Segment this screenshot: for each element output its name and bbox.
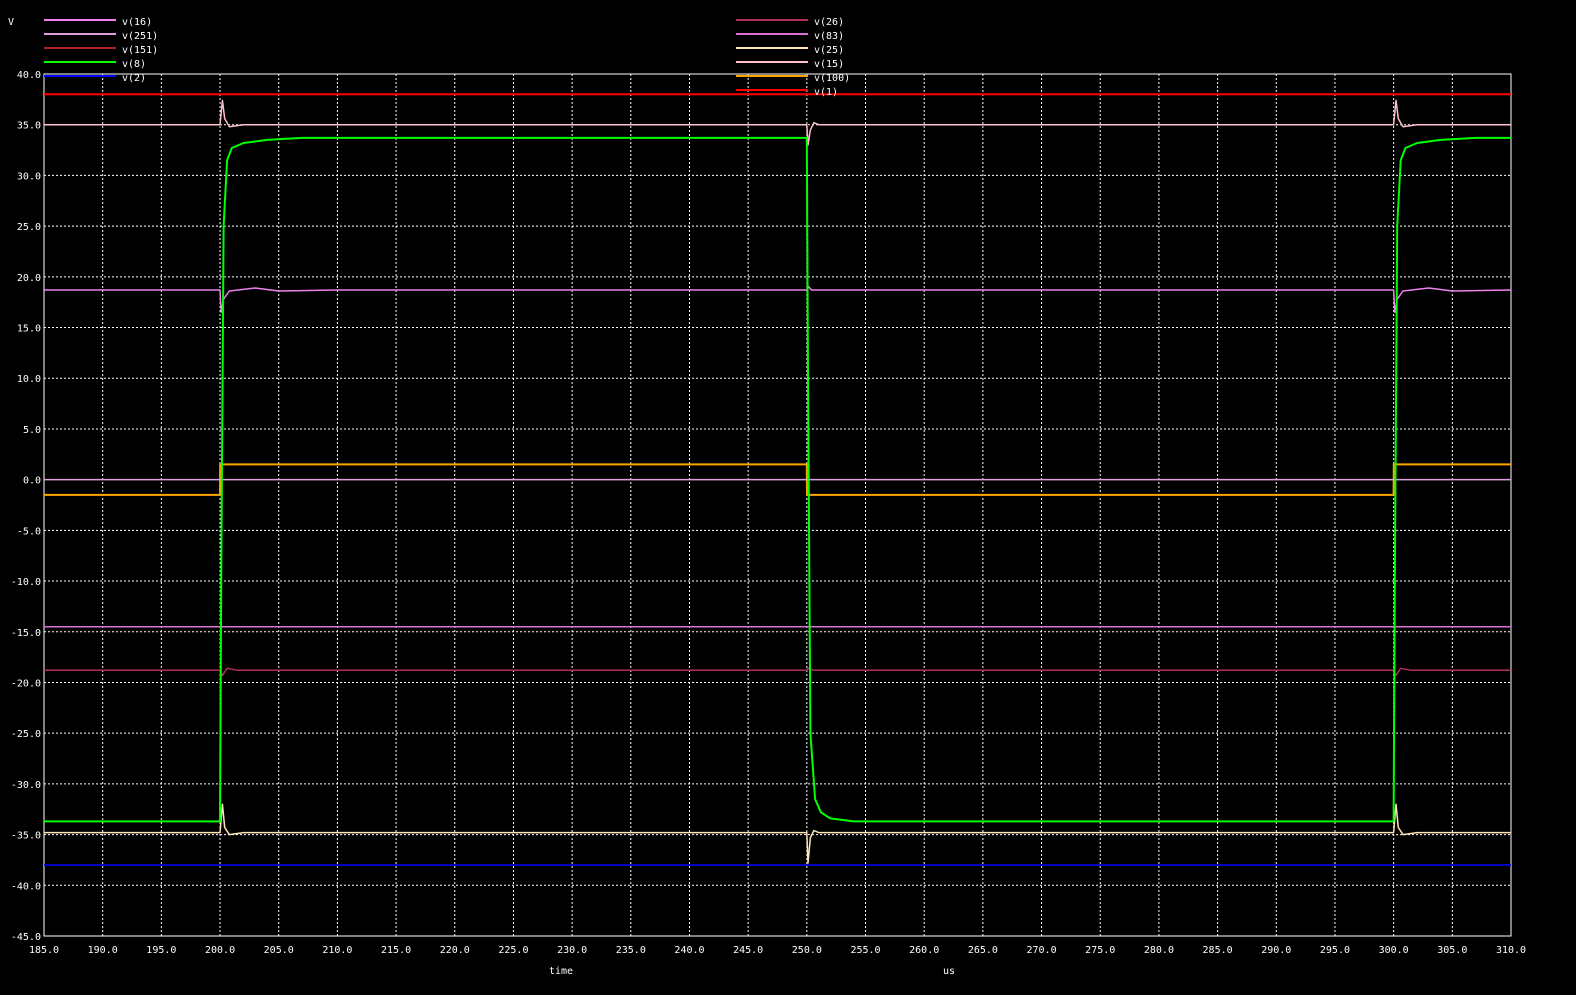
y-tick-label: 5.0 bbox=[23, 425, 41, 436]
x-tick-label: 225.0 bbox=[498, 945, 528, 956]
x-tick-label: 265.0 bbox=[968, 945, 998, 956]
x-tick-label: 200.0 bbox=[205, 945, 235, 956]
x-tick-label: 220.0 bbox=[440, 945, 470, 956]
x-tick-label: 240.0 bbox=[674, 945, 704, 956]
y-tick-label: -15.0 bbox=[11, 628, 41, 639]
y-tick-label: 15.0 bbox=[17, 324, 41, 335]
y-tick-label: 25.0 bbox=[17, 222, 41, 233]
y-tick-label: -30.0 bbox=[11, 780, 41, 791]
y-tick-label: 40.0 bbox=[17, 70, 41, 81]
y-tick-label: -25.0 bbox=[11, 729, 41, 740]
x-tick-label: 230.0 bbox=[557, 945, 587, 956]
x-tick-label: 300.0 bbox=[1379, 945, 1409, 956]
plot-background bbox=[0, 0, 1576, 995]
x-tick-label: 290.0 bbox=[1261, 945, 1291, 956]
legend-label: v(15) bbox=[814, 59, 844, 70]
legend-label: v(151) bbox=[122, 45, 158, 56]
legend-label: v(25) bbox=[814, 45, 844, 56]
x-tick-label: 215.0 bbox=[381, 945, 411, 956]
y-axis-unit: V bbox=[8, 17, 14, 28]
x-tick-label: 275.0 bbox=[1085, 945, 1115, 956]
x-tick-label: 295.0 bbox=[1320, 945, 1350, 956]
legend-label: v(2) bbox=[122, 73, 146, 84]
x-tick-label: 285.0 bbox=[1203, 945, 1233, 956]
y-tick-label: 20.0 bbox=[17, 273, 41, 284]
x-tick-label: 280.0 bbox=[1144, 945, 1174, 956]
x-tick-label: 310.0 bbox=[1496, 945, 1526, 956]
legend-label: v(251) bbox=[122, 31, 158, 42]
legend-label: v(8) bbox=[122, 59, 146, 70]
waveform-plot: 40.0 35.0 30.0 25.0 20.0 15.0 10.0 5.0 0.0 -5.0 -1… bbox=[0, 0, 1576, 995]
x-tick-label: 190.0 bbox=[88, 945, 118, 956]
legend-label: v(83) bbox=[814, 31, 844, 42]
y-tick-label: -40.0 bbox=[11, 881, 41, 892]
y-tick-label: 0.0 bbox=[23, 476, 41, 487]
x-tick-label: 305.0 bbox=[1437, 945, 1467, 956]
y-tick-label: 10.0 bbox=[17, 374, 41, 385]
y-tick-label: -10.0 bbox=[11, 577, 41, 588]
legend-label: v(100) bbox=[814, 73, 850, 84]
y-tick-label: 30.0 bbox=[17, 171, 41, 182]
x-tick-label: 195.0 bbox=[146, 945, 176, 956]
legend-label: v(1) bbox=[814, 87, 838, 98]
x-tick-label: 245.0 bbox=[733, 945, 763, 956]
legend-label: v(26) bbox=[814, 17, 844, 28]
x-axis-label: time bbox=[549, 966, 573, 977]
x-tick-label: 270.0 bbox=[1027, 945, 1057, 956]
legend-label: v(16) bbox=[122, 17, 152, 28]
x-tick-label: 250.0 bbox=[792, 945, 822, 956]
x-tick-label: 235.0 bbox=[616, 945, 646, 956]
y-tick-label: -45.0 bbox=[11, 932, 41, 943]
y-tick-label: -35.0 bbox=[11, 831, 41, 842]
y-tick-label: 35.0 bbox=[17, 121, 41, 132]
y-tick-label: -5.0 bbox=[17, 526, 41, 537]
x-tick-label: 185.0 bbox=[29, 945, 59, 956]
x-tick-label: 210.0 bbox=[322, 945, 352, 956]
x-tick-label: 205.0 bbox=[264, 945, 294, 956]
y-tick-label: -20.0 bbox=[11, 678, 41, 689]
x-tick-label: 255.0 bbox=[850, 945, 880, 956]
x-axis-unit: us bbox=[943, 966, 955, 977]
x-tick-label: 260.0 bbox=[909, 945, 939, 956]
